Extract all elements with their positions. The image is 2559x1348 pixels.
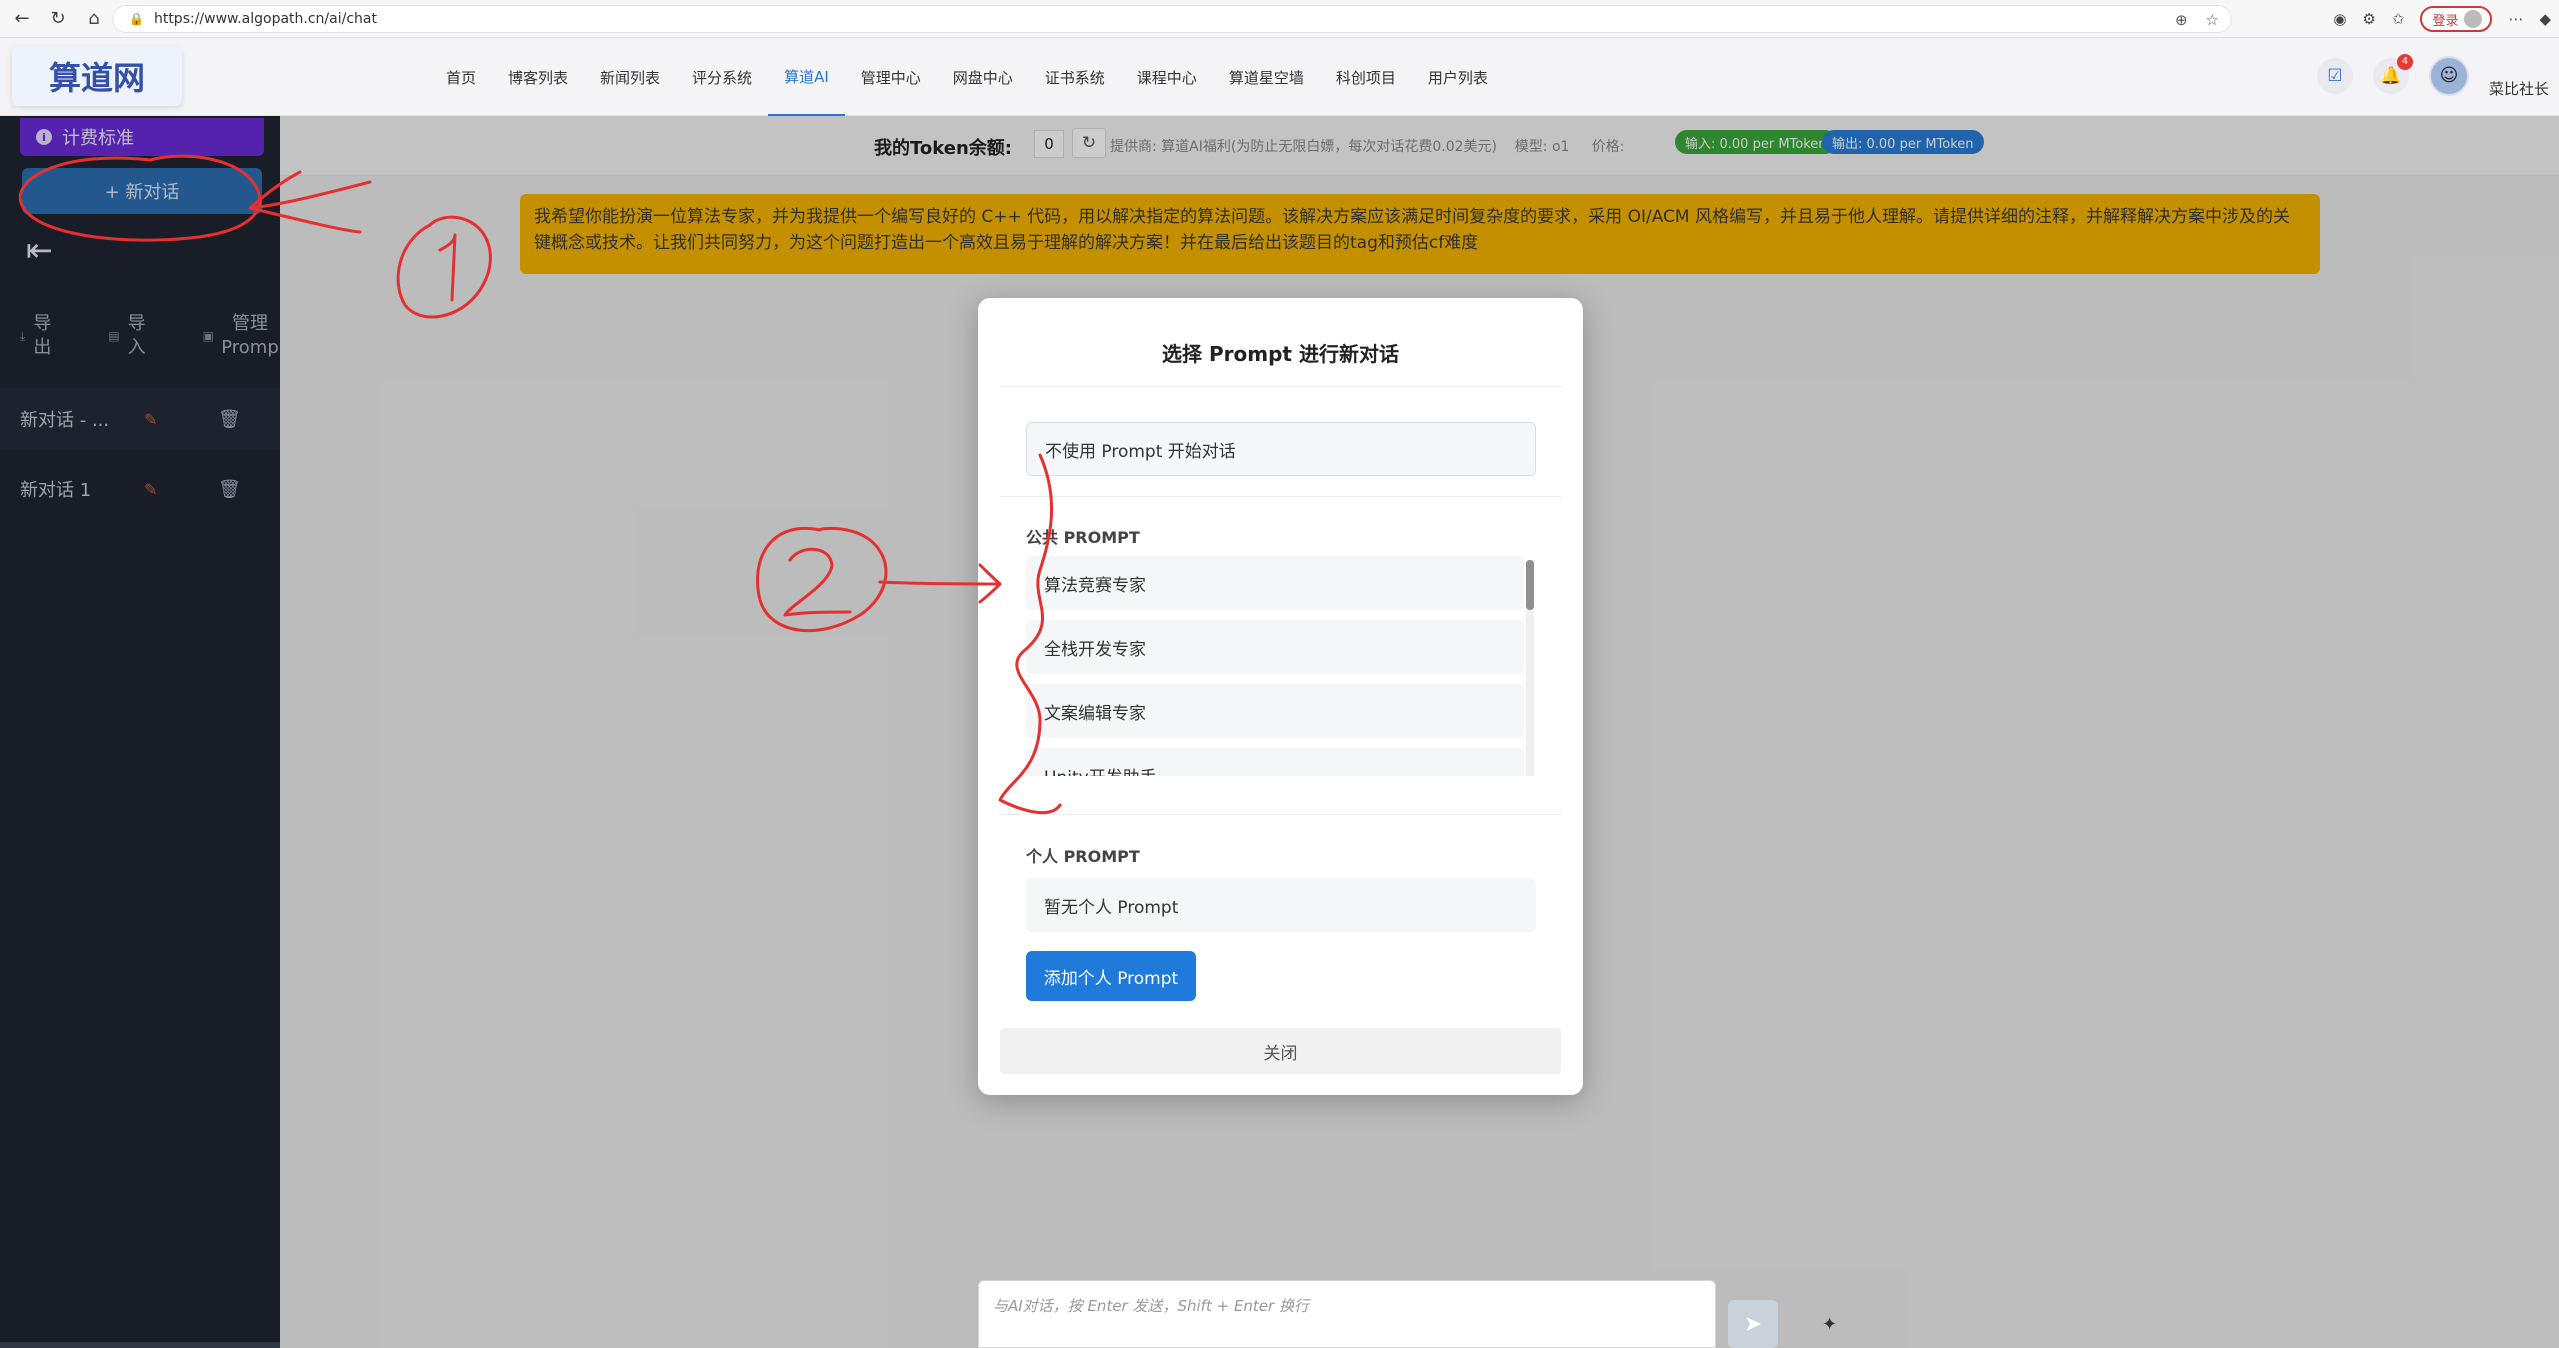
public-prompt-list: 算法竞赛专家 全栈开发专家 文案编辑专家 Unity开发助手 xyxy=(1026,556,1536,776)
scrollbar-thumb[interactable] xyxy=(1526,560,1534,610)
nav-item-news[interactable]: 新闻列表 xyxy=(584,38,676,116)
extension-icon[interactable]: ◉ xyxy=(2333,10,2346,28)
public-prompt-heading: 公共 PROMPT xyxy=(1026,528,1140,547)
nav-item-starwall[interactable]: 算道星空墙 xyxy=(1213,38,1320,116)
divider xyxy=(1000,814,1561,815)
public-prompt-item[interactable]: 算法竞赛专家 xyxy=(1026,556,1524,610)
lock-icon: 🔒 xyxy=(129,12,144,26)
checkin-icon[interactable]: ☑ xyxy=(2316,57,2353,94)
mouse-cursor-icon: ✦ xyxy=(1822,1314,1838,1335)
home-icon[interactable]: ⌂ xyxy=(80,5,108,33)
more-menu-icon[interactable]: ⋯ xyxy=(2508,10,2523,28)
nav-item-certificates[interactable]: 证书系统 xyxy=(1029,38,1121,116)
favorite-star-icon[interactable]: ☆ xyxy=(2206,11,2219,29)
app-header: 算道网 首页 博客列表 新闻列表 评分系统 算道AI 管理中心 网盘中心 证书系… xyxy=(0,38,2559,116)
chat-input[interactable]: 与AI对话，按 Enter 发送，Shift + Enter 换行 xyxy=(978,1280,1716,1348)
no-prompt-option[interactable]: 不使用 Prompt 开始对话 xyxy=(1026,422,1536,476)
prompt-select-modal: 选择 Prompt 进行新对话 不使用 Prompt 开始对话 公共 PROMP… xyxy=(978,298,1583,1095)
back-icon[interactable]: ← xyxy=(8,5,36,33)
nav-item-admin[interactable]: 管理中心 xyxy=(845,38,937,116)
main-nav: 首页 博客列表 新闻列表 评分系统 算道AI 管理中心 网盘中心 证书系统 课程… xyxy=(430,38,1504,116)
nav-item-rating[interactable]: 评分系统 xyxy=(676,38,768,116)
url-text: https://www.algopath.cn/ai/chat xyxy=(153,11,377,27)
zoom-icon[interactable]: ⊕ xyxy=(2175,11,2188,29)
public-prompt-item[interactable]: 全栈开发专家 xyxy=(1026,620,1524,674)
nav-item-drive[interactable]: 网盘中心 xyxy=(937,38,1029,116)
public-prompt-item[interactable]: 文案编辑专家 xyxy=(1026,684,1524,738)
divider xyxy=(1000,496,1561,497)
site-logo[interactable]: 算道网 xyxy=(12,46,182,106)
nav-item-projects[interactable]: 科创项目 xyxy=(1320,38,1412,116)
nav-item-users[interactable]: 用户列表 xyxy=(1412,38,1504,116)
address-bar[interactable]: 🔒 https://www.algopath.cn/ai/chat ⊕ ☆ xyxy=(112,5,2232,33)
extensions-puzzle-icon[interactable]: ⚙ xyxy=(2362,10,2375,28)
divider xyxy=(1000,386,1561,387)
username-label[interactable]: 菜比社长 xyxy=(2489,78,2549,99)
browser-toolbar: ← ↻ ⌂ 🔒 https://www.algopath.cn/ai/chat … xyxy=(0,0,2559,38)
public-prompt-item[interactable]: Unity开发助手 xyxy=(1026,748,1524,776)
notification-bell-icon[interactable]: 🔔 4 xyxy=(2372,53,2413,94)
browser-login-button[interactable]: 登录 xyxy=(2420,6,2493,32)
public-prompt-scrollbar[interactable] xyxy=(1526,560,1534,776)
favorites-icon[interactable]: ✩ xyxy=(2392,10,2405,28)
close-modal-button[interactable]: 关闭 xyxy=(1000,1028,1561,1074)
user-avatar[interactable]: ☺ xyxy=(2428,55,2469,96)
nav-item-courses[interactable]: 课程中心 xyxy=(1121,38,1213,116)
copilot-icon[interactable]: ◆ xyxy=(2539,10,2551,28)
add-personal-prompt-button[interactable]: 添加个人 Prompt xyxy=(1026,951,1196,1001)
nav-item-ai[interactable]: 算道AI xyxy=(768,38,845,116)
reload-icon[interactable]: ↻ xyxy=(44,5,72,33)
personal-prompt-empty: 暂无个人 Prompt xyxy=(1026,878,1536,932)
profile-avatar-icon xyxy=(2464,10,2483,28)
modal-title: 选择 Prompt 进行新对话 xyxy=(1162,342,1399,366)
notification-badge: 4 xyxy=(2396,53,2413,70)
nav-item-home[interactable]: 首页 xyxy=(430,38,492,116)
nav-item-blogs[interactable]: 博客列表 xyxy=(492,38,584,116)
send-icon[interactable]: ➤ xyxy=(1728,1300,1778,1348)
personal-prompt-heading: 个人 PROMPT xyxy=(1026,847,1140,866)
